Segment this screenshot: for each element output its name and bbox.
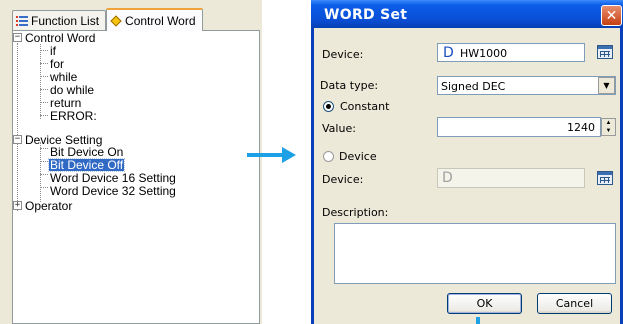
tree-connector: [40, 44, 41, 119]
device-radio[interactable]: [323, 151, 334, 162]
tree-connector: [40, 148, 48, 149]
tab-function-list-label: Function List: [31, 13, 100, 28]
device2-browse-icon[interactable]: [597, 171, 613, 185]
value-spinner[interactable]: ▲ ▼: [601, 118, 616, 136]
tree-item-error[interactable]: ERROR:: [50, 110, 97, 122]
dialog-body: Device: D HW1000 Data type: Signed DEC ▼…: [314, 28, 620, 324]
tree-item-word-device-32-setting[interactable]: Word Device 32 Setting: [50, 185, 176, 197]
pointer-marker: [476, 317, 480, 324]
tree-connector: [40, 102, 48, 103]
tree-item-while[interactable]: while: [50, 71, 77, 83]
tree-connector: [40, 187, 48, 188]
tree-item-bit-device-on[interactable]: Bit Device On: [50, 146, 123, 158]
tree-connector: [40, 63, 48, 64]
value-label: Value:: [322, 122, 356, 135]
tab-control-word[interactable]: Control Word: [106, 8, 203, 31]
constant-radio[interactable]: [323, 101, 334, 112]
tree-view[interactable]: − Control Word if for while do while ret…: [12, 30, 260, 324]
device2-prefix: D: [442, 170, 453, 186]
tree-connector: [40, 76, 48, 77]
tree-connector: [40, 142, 41, 202]
function-panel: Function List Control Word − Control Wor…: [0, 0, 262, 324]
device-radio-label: Device: [339, 150, 377, 163]
tree-node-operator[interactable]: Operator: [25, 200, 72, 212]
data-type-value: Signed DEC: [441, 80, 506, 93]
device-field[interactable]: D HW1000: [437, 43, 585, 62]
device2-field[interactable]: D: [437, 168, 585, 188]
description-textarea[interactable]: [334, 223, 616, 284]
tree-connector: [40, 89, 48, 90]
spin-down-icon[interactable]: ▼: [602, 127, 615, 135]
spin-up-icon[interactable]: ▲: [602, 119, 615, 127]
tree-item-bit-device-off[interactable]: Bit Device Off: [47, 158, 126, 172]
word-set-dialog: WORD Set ✕ Device: D HW1000 Data type: S…: [311, 0, 623, 324]
expand-operator-toggle[interactable]: +: [13, 201, 22, 210]
close-button[interactable]: ✕: [601, 5, 622, 26]
tree-item-word-device-16-setting[interactable]: Word Device 16 Setting: [50, 172, 176, 184]
tree-connector: [40, 174, 48, 175]
tree-item-do-while[interactable]: do while: [50, 84, 94, 96]
tree-connector: [40, 161, 48, 162]
value-input[interactable]: 1240: [437, 117, 601, 137]
tree-node-control-word[interactable]: Control Word: [25, 32, 95, 44]
cancel-button[interactable]: Cancel: [537, 293, 612, 314]
tree-item-for[interactable]: for: [50, 58, 64, 70]
dialog-title-bar[interactable]: WORD Set ✕: [311, 0, 623, 28]
constant-label: Constant: [340, 100, 390, 113]
value-text: 1240: [567, 121, 595, 134]
device-prefix: D: [443, 45, 454, 61]
diamond-icon: [110, 14, 122, 27]
data-type-select[interactable]: Signed DEC ▼: [437, 76, 616, 95]
device-value: HW1000: [460, 47, 508, 60]
device2-label: Device:: [322, 173, 364, 186]
data-type-label: Data type:: [320, 79, 379, 92]
panel-tabs: Function List Control Word: [12, 8, 203, 31]
arrow-right-icon: [282, 147, 296, 163]
tab-control-word-label: Control Word: [125, 13, 196, 28]
dialog-title: WORD Set: [324, 7, 408, 23]
tree-connector: [40, 50, 48, 51]
tree-item-if[interactable]: if: [50, 45, 56, 57]
tab-function-list[interactable]: Function List: [12, 10, 107, 30]
description-label: Description:: [322, 206, 389, 219]
tree-item-return[interactable]: return: [50, 97, 81, 109]
collapse-device-setting-toggle[interactable]: −: [13, 135, 22, 144]
tree-connector: [40, 115, 48, 116]
chevron-down-icon[interactable]: ▼: [598, 77, 615, 94]
device-label: Device:: [322, 48, 364, 61]
arrow-shaft: [247, 153, 283, 157]
ok-button[interactable]: OK: [447, 293, 522, 314]
collapse-control-word-toggle[interactable]: −: [13, 33, 22, 42]
tree-connector: [17, 43, 18, 211]
close-icon: ✕: [605, 7, 618, 23]
device-browse-icon[interactable]: [597, 45, 613, 59]
function-list-icon: [16, 15, 28, 27]
